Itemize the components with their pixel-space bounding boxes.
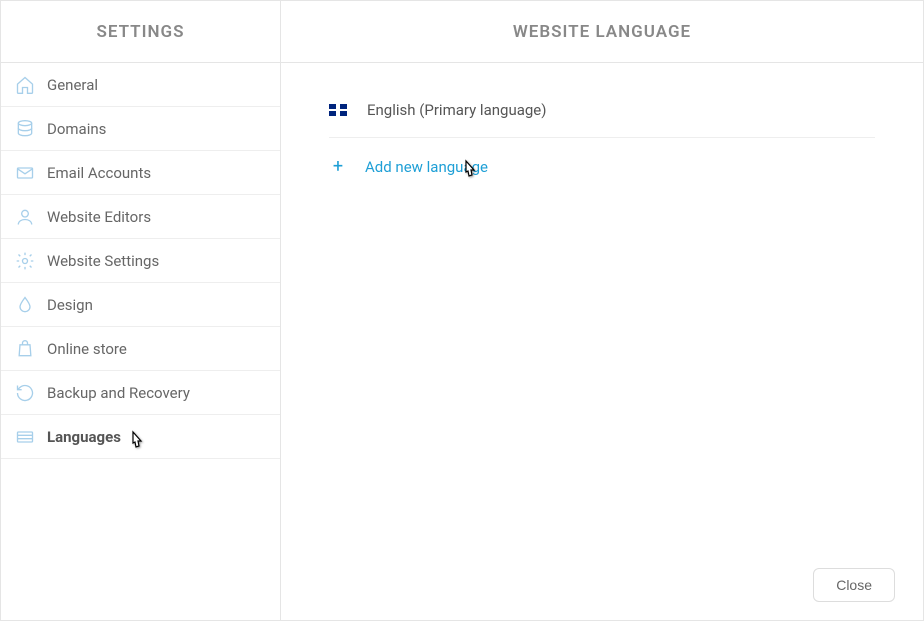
sidebar-item-design[interactable]: Design	[1, 283, 280, 327]
sidebar-item-domains[interactable]: Domains	[1, 107, 280, 151]
sidebar: SETTINGS General Domains Email Accounts	[1, 1, 281, 620]
sidebar-item-online-store[interactable]: Online store	[1, 327, 280, 371]
sidebar-item-label: Backup and Recovery	[47, 384, 190, 402]
close-button[interactable]: Close	[813, 568, 895, 602]
flag-uk-icon	[329, 104, 347, 116]
sidebar-item-label: Domains	[47, 120, 106, 138]
sidebar-item-languages[interactable]: Languages	[1, 415, 280, 459]
sidebar-item-label: Website Editors	[47, 208, 151, 226]
sidebar-item-email-accounts[interactable]: Email Accounts	[1, 151, 280, 195]
database-icon	[15, 119, 35, 139]
sidebar-header: SETTINGS	[1, 1, 280, 63]
sidebar-list: General Domains Email Accounts Website E…	[1, 63, 280, 459]
sidebar-item-label: Design	[47, 296, 93, 314]
sidebar-item-backup-and-recovery[interactable]: Backup and Recovery	[1, 371, 280, 415]
footer: Close	[813, 568, 895, 602]
gear-icon	[15, 251, 35, 271]
main-body: English (Primary language) + Add new lan…	[281, 63, 923, 620]
main-title: WEBSITE LANGUAGE	[513, 22, 691, 42]
add-language-button[interactable]: + Add new language	[329, 138, 875, 195]
mail-icon	[15, 163, 35, 183]
main-header: WEBSITE LANGUAGE	[281, 1, 923, 63]
plus-icon: +	[329, 156, 347, 177]
sidebar-item-general[interactable]: General	[1, 63, 280, 107]
primary-language-row[interactable]: English (Primary language)	[329, 93, 875, 138]
restore-icon	[15, 383, 35, 403]
primary-language-label: English (Primary language)	[367, 101, 546, 119]
language-icon	[15, 427, 35, 447]
sidebar-item-label: Online store	[47, 340, 127, 358]
user-icon	[15, 207, 35, 227]
sidebar-item-label: Website Settings	[47, 252, 159, 270]
home-icon	[15, 75, 35, 95]
sidebar-item-label: Languages	[47, 428, 121, 446]
drop-icon	[15, 295, 35, 315]
sidebar-item-website-settings[interactable]: Website Settings	[1, 239, 280, 283]
sidebar-item-label: General	[47, 76, 98, 94]
sidebar-item-website-editors[interactable]: Website Editors	[1, 195, 280, 239]
main: WEBSITE LANGUAGE English (Primary langua…	[281, 1, 923, 620]
sidebar-title: SETTINGS	[96, 22, 184, 42]
add-language-label: Add new language	[365, 158, 488, 176]
bag-icon	[15, 339, 35, 359]
sidebar-item-label: Email Accounts	[47, 164, 151, 182]
